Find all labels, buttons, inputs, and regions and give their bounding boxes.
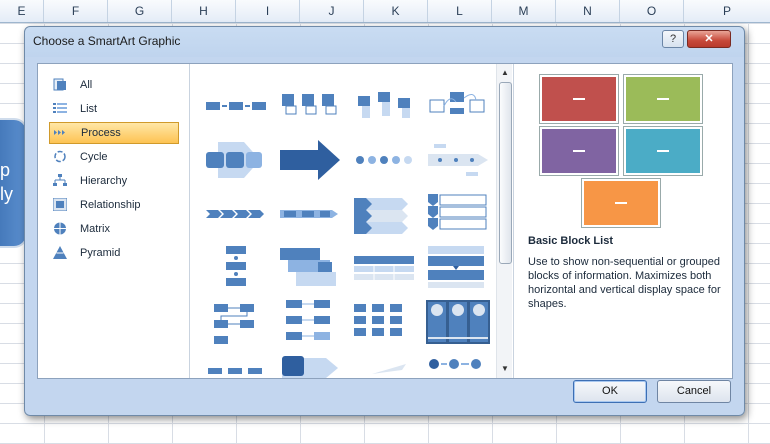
preview-title: Basic Block List — [528, 235, 613, 247]
category-label: Relationship — [80, 199, 141, 211]
preview-description: Use to show non-sequential or grouped bl… — [528, 256, 721, 310]
layout-gallery: ▲ ▼ — [190, 64, 512, 378]
cancel-button[interactable]: Cancel — [657, 380, 731, 403]
column-header[interactable]: K — [364, 0, 428, 22]
ok-button[interactable]: OK — [573, 380, 647, 403]
category-process[interactable]: Process — [49, 122, 179, 144]
category-label: Process — [81, 127, 121, 139]
accent-process-thumbnail[interactable] — [352, 84, 416, 128]
column-header[interactable]: E — [0, 0, 44, 22]
category-label: Cycle — [80, 151, 108, 163]
circular-process-thumbnail[interactable] — [426, 84, 490, 128]
basic-timeline-thumbnail[interactable] — [204, 354, 268, 378]
category-pyramid[interactable]: Pyramid — [49, 243, 177, 263]
cycle-icon — [54, 150, 66, 163]
column-header[interactable]: J — [300, 0, 364, 22]
phased-process-columns-thumbnail[interactable] — [426, 300, 490, 344]
preview-block-dash — [615, 202, 627, 204]
preview-block-dash — [657, 98, 669, 100]
smartart-dialog: Choose a SmartArt Graphic ? ✕ All List P… — [24, 26, 745, 416]
circle-process-thumbnail[interactable] — [352, 138, 416, 182]
circle-arrow-process-thumbnail[interactable] — [426, 354, 490, 378]
all-icon — [53, 78, 66, 91]
column-header-row: E F G H I J K L M N O P — [0, 0, 770, 23]
dialog-titlebar[interactable]: Choose a SmartArt Graphic ? ✕ — [25, 27, 744, 55]
preview-block — [582, 179, 660, 227]
hierarchy-icon — [53, 174, 67, 186]
pyramid-icon — [53, 246, 67, 259]
process-icon — [54, 130, 65, 135]
upward-arrow-thumbnail[interactable] — [352, 354, 416, 378]
category-cycle[interactable]: Cycle — [49, 147, 177, 167]
column-header[interactable]: N — [556, 0, 620, 22]
category-list-item[interactable]: List — [49, 99, 177, 119]
preview-block-dash — [657, 150, 669, 152]
category-label: Hierarchy — [80, 175, 128, 187]
process-list-grid-thumbnail[interactable] — [352, 300, 416, 344]
category-relationship[interactable]: Relationship — [49, 195, 177, 215]
vertical-process-thumbnail[interactable] — [204, 246, 268, 290]
column-header[interactable]: F — [44, 0, 108, 22]
help-button[interactable]: ? — [662, 30, 684, 48]
column-header[interactable]: O — [620, 0, 684, 22]
dialog-body: All List Process Cycle Hierarchy Relatio… — [37, 63, 733, 379]
basic-process-thumbnail[interactable] — [204, 84, 268, 128]
relationship-icon — [53, 198, 67, 211]
category-label: All — [80, 79, 93, 91]
shape-text: ly — [0, 184, 13, 204]
repeating-bending-thumbnail[interactable] — [278, 300, 342, 344]
staggered-chevron-thumbnail[interactable] — [352, 192, 416, 236]
block-arrow-thumbnail[interactable] — [278, 138, 342, 182]
column-header[interactable]: G — [108, 0, 172, 22]
shape-text: p — [0, 160, 11, 180]
descending-process-thumbnail[interactable] — [426, 246, 490, 290]
preview-pane: Basic Block List Use to show non-sequent… — [513, 64, 733, 378]
matrix-icon — [54, 222, 66, 235]
process-arrows-thumbnail[interactable] — [204, 138, 268, 182]
preview-block — [540, 127, 618, 175]
column-header[interactable]: M — [492, 0, 556, 22]
column-header[interactable]: L — [428, 0, 492, 22]
vertical-chevron-list-thumbnail[interactable] — [426, 192, 490, 236]
dialog-title: Choose a SmartArt Graphic — [33, 34, 181, 48]
upward-arrow-steps-thumbnail[interactable] — [278, 246, 342, 290]
category-all[interactable]: All — [49, 75, 177, 95]
preview-block — [540, 75, 618, 123]
segmented-process-thumbnail[interactable] — [352, 246, 416, 290]
gallery-scrollbar[interactable]: ▲ ▼ — [496, 64, 512, 378]
scroll-up-arrow-icon[interactable]: ▲ — [497, 66, 512, 80]
timeline-process-thumbnail[interactable] — [426, 138, 490, 182]
category-label: List — [80, 103, 98, 115]
column-header[interactable]: I — [236, 0, 300, 22]
chevron-process-thumbnail[interactable] — [204, 192, 268, 236]
category-hierarchy[interactable]: Hierarchy — [49, 171, 177, 191]
bending-process-thumbnail[interactable] — [204, 300, 268, 344]
column-header[interactable]: H — [172, 0, 236, 22]
preview-block-dash — [573, 98, 585, 100]
list-icon — [53, 103, 67, 113]
category-matrix[interactable]: Matrix — [49, 219, 177, 239]
arrow-block-process-thumbnail[interactable] — [278, 354, 342, 378]
preview-block — [624, 127, 702, 175]
scrollbar-thumb[interactable] — [499, 82, 512, 264]
preview-block — [624, 75, 702, 123]
step-up-process-thumbnail[interactable] — [278, 84, 342, 128]
preview-block-dash — [573, 150, 585, 152]
category-list: All List Process Cycle Hierarchy Relatio… — [38, 64, 190, 378]
column-header[interactable]: P — [684, 0, 770, 22]
continuous-arrow-thumbnail[interactable] — [278, 192, 342, 236]
category-label: Matrix — [80, 223, 110, 235]
scroll-down-arrow-icon[interactable]: ▼ — [497, 362, 512, 376]
close-button[interactable]: ✕ — [687, 30, 731, 48]
category-label: Pyramid — [80, 247, 121, 259]
